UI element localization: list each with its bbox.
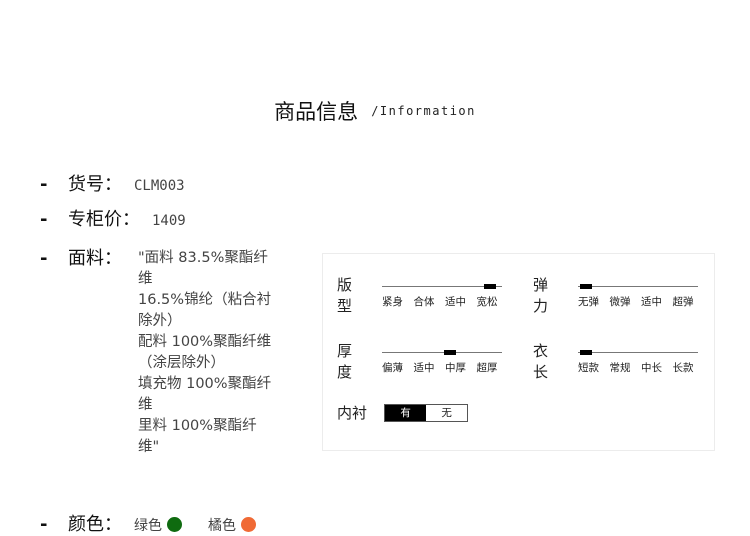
thickness-option: 超厚 <box>476 362 498 374</box>
fit-option: 宽松 <box>476 296 498 308</box>
elasticity-option: 无弹 <box>578 296 599 308</box>
bullet: - <box>40 248 48 269</box>
length-option: 短款 <box>578 362 599 374</box>
thickness-option: 中厚 <box>445 362 466 374</box>
bullet: - <box>40 514 48 535</box>
length-option: 中长 <box>641 362 662 374</box>
lining-toggle: 有 无 <box>384 403 469 422</box>
fabric-line: 除外） <box>138 313 182 329</box>
fabric-composition: "面料 83.5%聚酯纤 维 16.5%锦纶（粘合衬 除外） 配料 100%聚酯… <box>138 248 288 458</box>
thickness-scale-ticks: 偏薄 适中 中厚 超厚 <box>382 360 508 375</box>
price-value: 1409 <box>152 213 186 229</box>
sku-value: CLM003 <box>134 178 185 194</box>
fabric-line: 配料 100%聚酯纤维 <box>138 334 272 350</box>
attribute-panel: 版型 紧身 合体 适中 宽松 弹力 无弹 微弹 适中 超弹 厚度 偏薄 适中 中… <box>322 253 715 451</box>
price-row: - 专柜价： 1409 <box>40 205 186 231</box>
fabric-line: 维 <box>138 397 153 413</box>
sku-label: 货号： <box>68 174 122 195</box>
elasticity-option: 适中 <box>641 296 662 308</box>
elasticity-scale-track <box>578 284 698 289</box>
length-option: 长款 <box>672 362 694 374</box>
length-scale-ticks: 短款 常规 中长 长款 <box>578 360 704 375</box>
elasticity-option: 超弹 <box>672 296 694 308</box>
attr-lining-label: 内衬 <box>337 404 368 422</box>
thickness-scale-track <box>382 350 502 355</box>
fit-option: 紧身 <box>382 296 403 308</box>
title-en: /Information <box>371 104 476 118</box>
attr-length-label: 衣长 <box>533 342 549 381</box>
fit-scale-track <box>382 284 502 289</box>
length-scale-marker <box>580 350 592 355</box>
thickness-option: 适中 <box>413 362 435 374</box>
lining-option-no: 无 <box>426 404 468 421</box>
attr-fit-label: 版型 <box>337 276 353 315</box>
length-scale-track <box>578 350 698 355</box>
fabric-row: - 面料： <box>40 244 122 270</box>
fit-option: 适中 <box>445 296 466 308</box>
fabric-line: 填充物 100%聚酯纤 <box>138 376 272 392</box>
fabric-line: 里料 100%聚酯纤 <box>138 418 257 434</box>
title-zh: 商品信息 <box>274 100 359 124</box>
color-label: 颜色： <box>68 514 122 535</box>
fabric-line: "面料 83.5%聚酯纤 <box>138 250 268 266</box>
color-name-green: 绿色 <box>134 518 162 534</box>
attr-lining: 内衬 有 无 <box>337 402 469 423</box>
elasticity-scale-marker <box>580 284 592 289</box>
color-swatch-green <box>167 517 182 532</box>
fabric-label: 面料： <box>68 248 122 269</box>
attr-thickness-label: 厚度 <box>337 342 353 381</box>
lining-option-yes: 有 <box>385 404 427 421</box>
thickness-scale-marker <box>444 350 456 355</box>
fabric-line: 维" <box>138 439 160 455</box>
bullet: - <box>40 209 48 230</box>
fabric-line: （涂层除外） <box>138 355 225 371</box>
color-name-orange: 橘色 <box>208 518 236 534</box>
fabric-line: 维 <box>138 271 153 287</box>
thickness-option: 偏薄 <box>382 362 403 374</box>
attr-elasticity-label: 弹力 <box>533 276 549 315</box>
elasticity-option: 微弹 <box>609 296 631 308</box>
color-row: - 颜色： 绿色 橘色 <box>40 510 270 536</box>
color-swatch-orange <box>241 517 256 532</box>
elasticity-scale-ticks: 无弹 微弹 适中 超弹 <box>578 294 704 309</box>
fabric-line: 16.5%锦纶（粘合衬 <box>138 292 272 308</box>
price-label: 专柜价： <box>68 209 140 230</box>
fit-option: 合体 <box>413 296 435 308</box>
page-title: 商品信息 /Information <box>0 96 750 126</box>
fit-scale-marker <box>484 284 496 289</box>
length-option: 常规 <box>609 362 631 374</box>
bullet: - <box>40 174 48 195</box>
fit-scale-ticks: 紧身 合体 适中 宽松 <box>382 294 508 309</box>
sku-row: - 货号： CLM003 <box>40 170 185 196</box>
